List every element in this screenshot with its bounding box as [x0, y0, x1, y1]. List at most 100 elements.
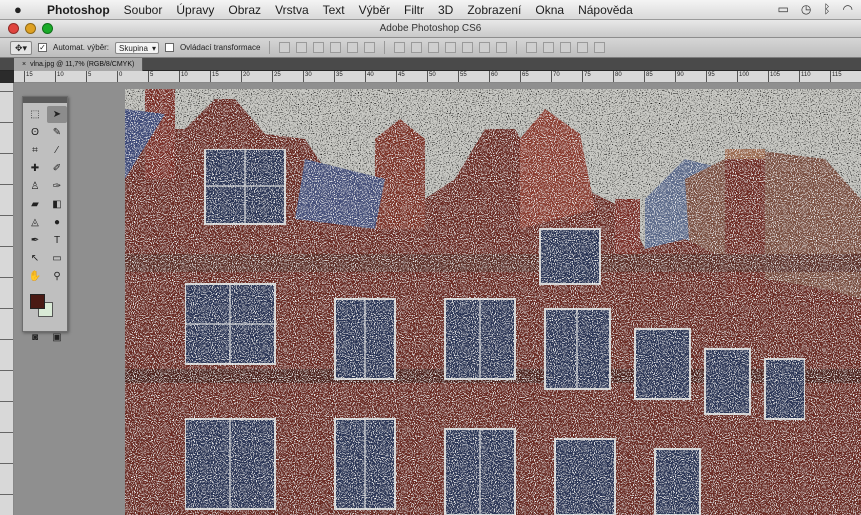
- auto-select-dropdown[interactable]: Skupina: [115, 41, 159, 54]
- 3d-drag-button[interactable]: [560, 42, 572, 53]
- close-window-button[interactable]: [8, 23, 19, 34]
- auto-align-button[interactable]: [496, 42, 508, 53]
- align-left-button[interactable]: [330, 42, 342, 53]
- ruler-tick-label: 45: [396, 71, 405, 82]
- ruler-tick-label: 55: [458, 71, 467, 82]
- clone-stamp-tool-icon[interactable]: ♙: [25, 178, 45, 195]
- menubar-status-icons: ▭ ◷ ᛒ ◠: [777, 2, 853, 16]
- 3d-slide-button[interactable]: [577, 42, 589, 53]
- path-select-tool-icon[interactable]: ↖: [25, 250, 45, 267]
- menu-app-photoshop[interactable]: Photoshop: [40, 3, 117, 17]
- transform-controls-checkbox[interactable]: [164, 43, 174, 52]
- display-icon[interactable]: ▭: [777, 2, 788, 16]
- move-tool-icon[interactable]: ➤: [47, 106, 67, 123]
- image-canvas[interactable]: [125, 89, 861, 515]
- window-title: Adobe Photoshop CS6: [379, 23, 482, 34]
- menu-okna[interactable]: Okna: [528, 3, 571, 17]
- document-tab[interactable]: × vlna.jpg @ 11,7% (RGB/8/CMYK): [14, 58, 144, 71]
- menu-filtr[interactable]: Filtr: [397, 3, 431, 17]
- distribute-hcenter-button[interactable]: [462, 42, 474, 53]
- horizontal-ruler[interactable]: 15 10 5 0 5 10 15 20 25 30 35 40 45 50 55 60 65 70 75 80 85 9…: [14, 71, 861, 83]
- lasso-tool-icon[interactable]: ʘ: [25, 124, 45, 141]
- eyedropper-tool-icon[interactable]: ⁄: [47, 142, 67, 159]
- distribute-left-button[interactable]: [445, 42, 457, 53]
- ruler-tick: [0, 215, 13, 216]
- divider: [384, 41, 386, 54]
- ruler-tick: [0, 494, 13, 495]
- screen-mode-icon[interactable]: ▣: [47, 329, 67, 346]
- align-top-button[interactable]: [279, 42, 291, 53]
- 3d-scale-button[interactable]: [594, 42, 606, 53]
- auto-select-label: Automat. výběr:: [53, 43, 110, 52]
- divider: [269, 41, 271, 54]
- clock-icon[interactable]: ◷: [801, 2, 811, 16]
- divider: [516, 41, 518, 54]
- ruler-tick-label: 100: [737, 71, 749, 82]
- menu-3d[interactable]: 3D: [431, 3, 460, 17]
- quick-mask-icon[interactable]: ◙: [25, 329, 45, 346]
- zoom-tool-icon[interactable]: ⚲: [47, 268, 67, 285]
- close-tab-icon[interactable]: ×: [22, 61, 26, 68]
- menu-napoveda[interactable]: Nápověda: [571, 3, 640, 17]
- auto-select-checkbox[interactable]: ✓: [38, 43, 47, 52]
- gradient-tool-icon[interactable]: ◧: [47, 196, 67, 213]
- history-brush-tool-icon[interactable]: ✑: [47, 178, 67, 195]
- menu-vyber[interactable]: Výběr: [352, 3, 397, 17]
- ruler-tick-label: 5: [148, 71, 153, 82]
- healing-brush-tool-icon[interactable]: ✚: [25, 160, 45, 177]
- menu-text[interactable]: Text: [316, 3, 352, 17]
- window-controls: [8, 23, 53, 34]
- pen-tool-icon[interactable]: ✒: [25, 232, 45, 249]
- brush-tool-icon[interactable]: ✐: [47, 160, 67, 177]
- ruler-tick-label: 115: [830, 71, 842, 82]
- menu-upravy[interactable]: Úpravy: [169, 3, 221, 17]
- distribute-bottom-button[interactable]: [428, 42, 440, 53]
- ruler-tick: [0, 401, 13, 402]
- align-right-button[interactable]: [364, 42, 376, 53]
- 3d-orbit-button[interactable]: [526, 42, 538, 53]
- dodge-tool-icon[interactable]: ●: [47, 214, 67, 231]
- ruler-tick-label: 5: [86, 71, 91, 82]
- crop-tool-icon[interactable]: ⌗: [25, 142, 45, 159]
- menu-vrstva[interactable]: Vrstva: [268, 3, 316, 17]
- ruler-tick-label: 10: [55, 71, 64, 82]
- ruler-tick-label: 0: [117, 71, 122, 82]
- tools-panel: ⬚ ➤ ʘ ✎ ⌗ ⁄ ✚ ✐ ♙ ✑ ▰ ◧ ◬ ● ✒ T ↖ ▭ ✋ ⚲ …: [22, 96, 68, 343]
- wifi-icon[interactable]: ◠: [843, 2, 853, 16]
- vertical-ruler[interactable]: [0, 83, 14, 515]
- ruler-tick-label: 10: [179, 71, 188, 82]
- ruler-tick-label: 105: [768, 71, 780, 82]
- menu-zobrazeni[interactable]: Zobrazení: [460, 3, 528, 17]
- ruler-tick-label: 20: [241, 71, 250, 82]
- bluetooth-icon[interactable]: ᛒ: [823, 2, 830, 16]
- foreground-color-swatch[interactable]: [30, 294, 45, 309]
- distribute-top-button[interactable]: [394, 42, 406, 53]
- document-tab-bar: × vlna.jpg @ 11,7% (RGB/8/CMYK): [0, 58, 861, 71]
- align-bottom-button[interactable]: [313, 42, 325, 53]
- hand-tool-icon[interactable]: ✋: [25, 268, 45, 285]
- align-hcenter-button[interactable]: [347, 42, 359, 53]
- ruler-tick-label: 95: [706, 71, 715, 82]
- document-tab-label: vlna.jpg @ 11,7% (RGB/8/CMYK): [30, 61, 135, 68]
- distribute-vcenter-button[interactable]: [411, 42, 423, 53]
- menu-soubor[interactable]: Soubor: [117, 3, 170, 17]
- minimize-window-button[interactable]: [25, 23, 36, 34]
- zoom-window-button[interactable]: [42, 23, 53, 34]
- shape-tool-icon[interactable]: ▭: [47, 250, 67, 267]
- move-tool-preset-icon[interactable]: ✥▾: [10, 40, 32, 55]
- distribute-right-button[interactable]: [479, 42, 491, 53]
- ruler-tick-label: 50: [427, 71, 436, 82]
- blur-tool-icon[interactable]: ◬: [25, 214, 45, 231]
- quick-select-tool-icon[interactable]: ✎: [47, 124, 67, 141]
- apple-menu-icon[interactable]: ●: [14, 2, 30, 17]
- type-tool-icon[interactable]: T: [47, 232, 67, 249]
- marquee-tool-icon[interactable]: ⬚: [25, 106, 45, 123]
- ruler-tick-label: 65: [520, 71, 529, 82]
- ruler-tick-label: 25: [272, 71, 281, 82]
- eraser-tool-icon[interactable]: ▰: [25, 196, 45, 213]
- ruler-tick: [0, 91, 13, 92]
- menu-obraz[interactable]: Obraz: [221, 3, 268, 17]
- ruler-tick-label: 80: [613, 71, 622, 82]
- 3d-roll-button[interactable]: [543, 42, 555, 53]
- align-vcenter-button[interactable]: [296, 42, 308, 53]
